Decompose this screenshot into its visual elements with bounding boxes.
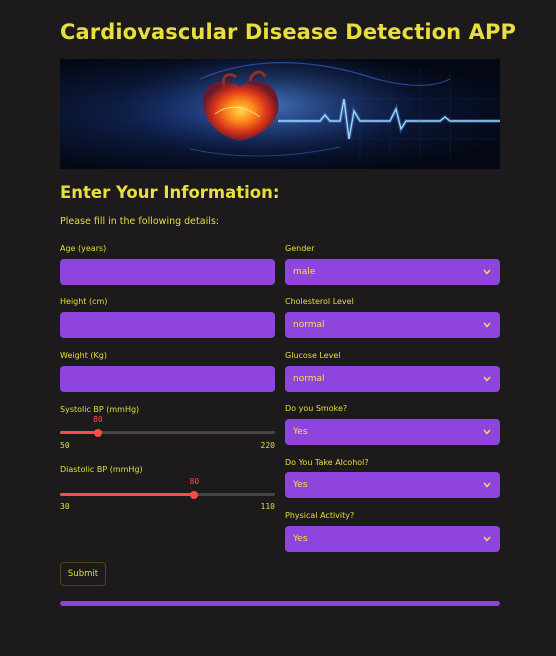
section-title: Enter Your Information: [60, 183, 280, 202]
diastolic-label: Diastolic BP (mmHg) [60, 465, 143, 474]
activity-label: Physical Activity? [285, 511, 355, 520]
alcohol-label: Do You Take Alcohol? [285, 458, 369, 467]
alcohol-select[interactable]: Yes [285, 472, 500, 498]
progress-fill [60, 601, 500, 606]
activity-select[interactable]: Yes [285, 526, 500, 552]
gender-selected-value: male [293, 267, 316, 277]
smoke-label: Do you Smoke? [285, 404, 348, 413]
activity-selected-value: Yes [293, 534, 308, 544]
progress-bar [60, 601, 500, 606]
chevron-down-icon [482, 427, 492, 437]
slider-thumb[interactable] [93, 428, 102, 437]
systolic-label: Systolic BP (mmHg) [60, 405, 140, 414]
systolic-min: 50 [60, 441, 70, 450]
age-input[interactable] [60, 259, 275, 285]
slider-fill [60, 431, 98, 434]
glucose-selected-value: normal [293, 374, 325, 384]
height-label: Height (cm) [60, 297, 108, 306]
cholesterol-selected-value: normal [293, 320, 325, 330]
slider-thumb[interactable] [190, 490, 199, 499]
alcohol-selected-value: Yes [293, 480, 308, 490]
glucose-select[interactable]: normal [285, 366, 500, 392]
chevron-down-icon [482, 267, 492, 277]
age-label: Age (years) [60, 244, 107, 253]
submit-button[interactable]: Submit [60, 562, 106, 586]
smoke-select[interactable]: Yes [285, 419, 500, 445]
slider-value: 80 [93, 415, 103, 424]
gender-select[interactable]: male [285, 259, 500, 285]
weight-label: Weight (Kg) [60, 351, 107, 360]
smoke-selected-value: Yes [293, 427, 308, 437]
diastolic-max: 110 [260, 502, 275, 511]
slider-fill [60, 493, 195, 496]
systolic-slider[interactable]: 80 [60, 415, 275, 445]
page-title: Cardiovascular Disease Detection APP [60, 20, 516, 44]
banner-image [60, 59, 500, 169]
cholesterol-select[interactable]: normal [285, 312, 500, 338]
glucose-label: Glucose Level [285, 351, 341, 360]
chevron-down-icon [482, 480, 492, 490]
systolic-max: 220 [260, 441, 275, 450]
app-root: Cardiovascular Disease Detection APP Ent… [0, 0, 556, 656]
cholesterol-label: Cholesterol Level [285, 297, 354, 306]
chevron-down-icon [482, 320, 492, 330]
diastolic-slider[interactable]: 80 [60, 477, 275, 507]
diastolic-min: 30 [60, 502, 70, 511]
heart-ecg-illustration [120, 59, 500, 159]
weight-input[interactable] [60, 366, 275, 392]
gender-label: Gender [285, 244, 315, 253]
slider-value: 80 [189, 477, 200, 486]
chevron-down-icon [482, 374, 492, 384]
chevron-down-icon [482, 534, 492, 544]
form-instructions: Please fill in the following details: [60, 216, 219, 227]
height-input[interactable] [60, 312, 275, 338]
